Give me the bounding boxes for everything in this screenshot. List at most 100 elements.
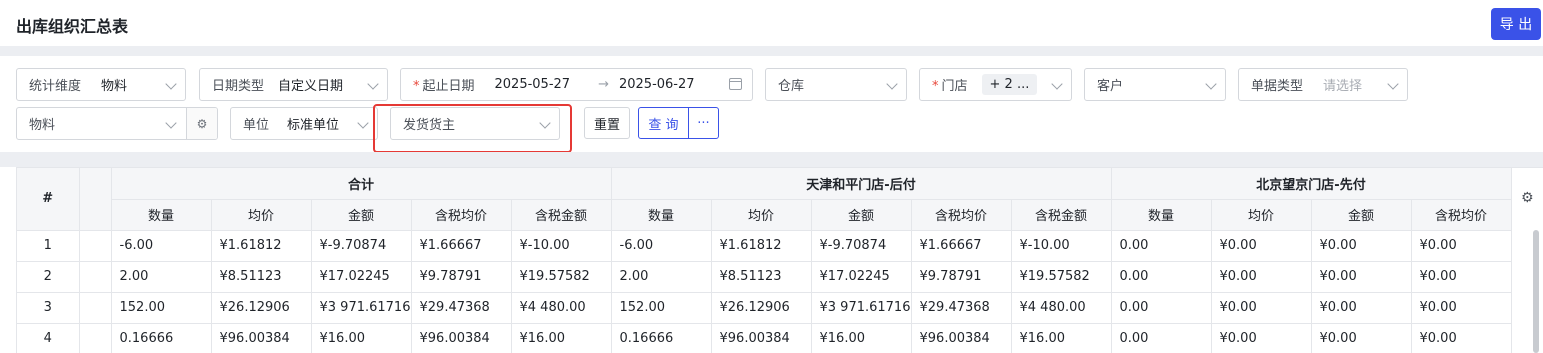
dimension-select[interactable]: 统计维度 物料 <box>16 68 186 101</box>
chevron-down-icon <box>165 78 177 90</box>
table-cell: ¥0.00 <box>1311 292 1412 324</box>
column-header[interactable]: 含税均价 <box>911 199 1012 231</box>
table-cell: 2.00 <box>111 261 212 293</box>
export-button[interactable]: 导 出 <box>1491 8 1541 40</box>
reset-button[interactable]: 重置 <box>584 107 630 139</box>
table-row[interactable]: 4 0.16666 ¥96.00384 ¥16.00 ¥96.00384 ¥16.00 0.… <box>17 323 1512 353</box>
date-start[interactable]: 2025-05-27 <box>495 77 571 92</box>
table-cell: ¥0.00 <box>1311 230 1412 262</box>
date-type-select[interactable]: 日期类型 自定义日期 <box>199 68 388 101</box>
date-end[interactable]: 2025-06-27 <box>619 77 695 92</box>
blank-header <box>79 168 112 231</box>
table-cell: ¥16.00 <box>811 323 912 353</box>
date-range-picker[interactable]: * 起止日期 2025-05-27 → 2025-06-27 <box>400 68 753 101</box>
table-row[interactable]: 2 2.00 ¥8.51123 ¥17.02245 ¥9.78791 ¥19.57582 2… <box>17 261 1512 293</box>
table-cell: 0.16666 <box>111 323 212 353</box>
doc-type-label: 单据类型 <box>1251 79 1304 94</box>
customer-select[interactable]: 客户 <box>1084 68 1226 101</box>
chevron-down-icon <box>886 78 898 90</box>
table-cell: ¥0.00 <box>1211 230 1312 262</box>
column-header[interactable]: 含税均价 <box>411 199 512 231</box>
store-tag[interactable]: + 2 ... <box>981 74 1038 95</box>
column-header[interactable]: 数量 <box>111 199 212 231</box>
table-cell: ¥96.00384 <box>711 323 812 353</box>
blank-cell <box>79 261 112 293</box>
warehouse-select[interactable]: 仓库 <box>765 68 907 101</box>
group-header: 天津和平门店-后付 <box>611 168 1112 200</box>
table-cell: ¥26.12906 <box>711 292 812 324</box>
table-row[interactable]: 1 -6.00 ¥1.61812 ¥-9.70874 ¥1.66667 ¥-10.00 -6… <box>17 230 1512 262</box>
vertical-scrollbar[interactable] <box>1533 230 1539 353</box>
table-cell: ¥17.02245 <box>811 261 912 293</box>
material-placeholder: 物料 <box>29 118 56 133</box>
group-header: 北京望京门店-先付 <box>1111 168 1512 200</box>
query-button-group: 查 询 ··· <box>638 107 719 139</box>
column-header[interactable]: 金额 <box>811 199 912 231</box>
table-cell: ¥9.78791 <box>911 261 1012 293</box>
dimension-label: 统计维度 <box>29 79 82 94</box>
row-index: 4 <box>17 323 80 353</box>
query-button[interactable]: 查 询 <box>639 108 689 138</box>
table-cell: ¥17.02245 <box>311 261 412 293</box>
table-cell: ¥0.00 <box>1211 323 1312 353</box>
table-cell: 0.00 <box>1111 323 1212 353</box>
row-index: 3 <box>17 292 80 324</box>
column-header[interactable]: 数量 <box>1111 199 1212 231</box>
table-cell: ¥96.00384 <box>211 323 312 353</box>
column-header[interactable]: 金额 <box>1311 199 1412 231</box>
date-range-label: 起止日期 <box>422 79 475 94</box>
doc-type-select[interactable]: 单据类型 请选择 <box>1238 68 1408 101</box>
table-cell: 0.00 <box>1111 261 1212 293</box>
material-select[interactable]: 物料 ⚙ <box>16 107 218 140</box>
table-cell: ¥16.00 <box>1011 323 1112 353</box>
index-header: # <box>17 168 80 231</box>
filter-settings-icon[interactable]: ⚙ <box>186 108 217 139</box>
table-cell: ¥-10.00 <box>1011 230 1112 262</box>
table-cell: ¥19.57582 <box>511 261 612 293</box>
table-cell: ¥4 480.00 <box>511 292 612 324</box>
table-cell: 2.00 <box>611 261 712 293</box>
column-header[interactable]: 含税均价 <box>1411 199 1512 231</box>
table-cell: 152.00 <box>611 292 712 324</box>
column-header[interactable]: 均价 <box>211 199 312 231</box>
column-header[interactable]: 均价 <box>711 199 812 231</box>
table-cell: ¥96.00384 <box>911 323 1012 353</box>
unit-select[interactable]: 单位 标准单位 <box>230 107 378 140</box>
store-select[interactable]: * 门店 + 2 ... <box>919 68 1072 101</box>
chevron-down-icon <box>1051 78 1063 90</box>
column-header[interactable]: 含税金额 <box>511 199 612 231</box>
table-row[interactable]: 3 152.00 ¥26.12906 ¥3 971.61716 ¥29.47368 ¥4 … <box>17 292 1512 324</box>
table-cell: ¥3 971.61716 <box>311 292 412 324</box>
column-header[interactable]: 金额 <box>311 199 412 231</box>
table-cell: ¥0.00 <box>1311 323 1412 353</box>
chevron-down-icon <box>1205 78 1217 90</box>
table-cell: 0.00 <box>1111 292 1212 324</box>
separator <box>0 46 1543 56</box>
row-index: 2 <box>17 261 80 293</box>
gear-icon[interactable]: ⚙ <box>1521 190 1537 206</box>
more-button[interactable]: ··· <box>689 108 718 138</box>
table-cell: ¥1.66667 <box>911 230 1012 262</box>
table-cell: 0.00 <box>1111 230 1212 262</box>
table-cell: ¥0.00 <box>1211 261 1312 293</box>
table-cell: -6.00 <box>611 230 712 262</box>
table-cell: ¥-9.70874 <box>811 230 912 262</box>
unit-value: 标准单位 <box>287 118 340 133</box>
table-cell: ¥9.78791 <box>411 261 512 293</box>
customer-placeholder: 客户 <box>1097 79 1124 94</box>
date-type-label: 日期类型 <box>212 79 265 94</box>
table-cell: ¥8.51123 <box>711 261 812 293</box>
column-header[interactable]: 含税金额 <box>1011 199 1112 231</box>
dimension-value: 物料 <box>101 79 128 94</box>
column-header[interactable]: 均价 <box>1211 199 1312 231</box>
table-cell: ¥16.00 <box>511 323 612 353</box>
calendar-icon <box>729 78 742 90</box>
table-cell: ¥0.00 <box>1411 292 1512 324</box>
blank-cell <box>79 323 112 353</box>
column-header[interactable]: 数量 <box>611 199 712 231</box>
table-cell: ¥16.00 <box>311 323 412 353</box>
arrow-right-icon: → <box>598 77 609 92</box>
chevron-down-icon <box>357 117 369 129</box>
chevron-down-icon <box>1387 78 1399 90</box>
table-cell: ¥-9.70874 <box>311 230 412 262</box>
